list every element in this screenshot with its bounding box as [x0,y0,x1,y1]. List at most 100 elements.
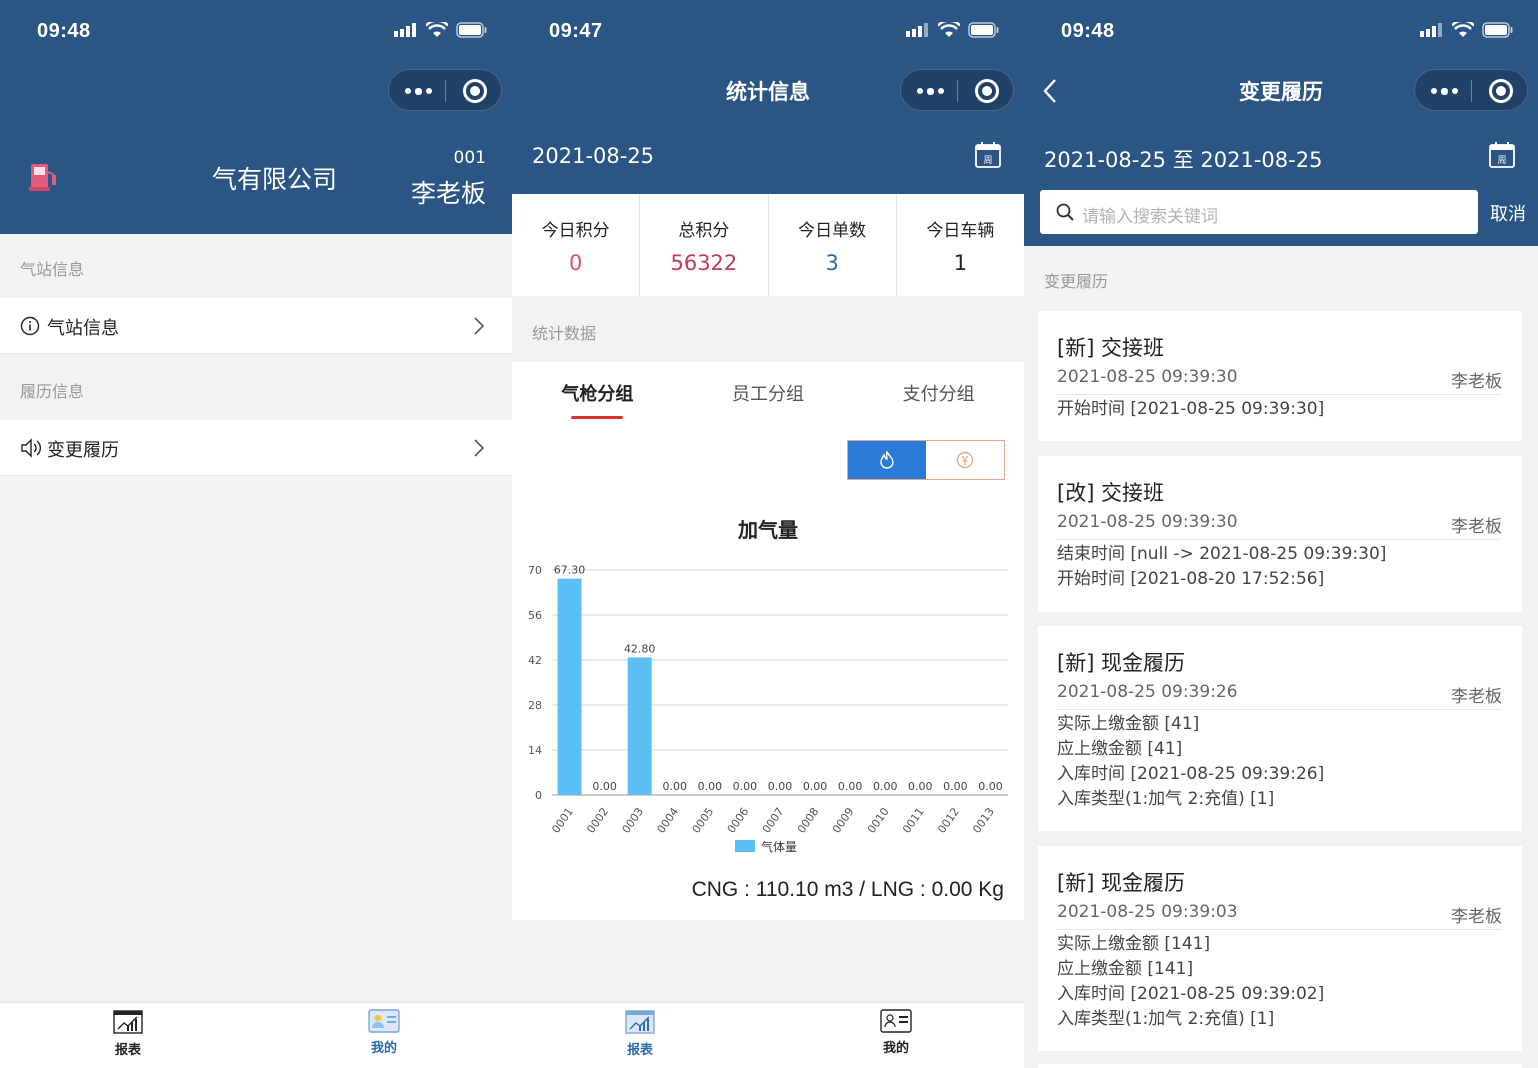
bar-value-label: 0.00 [908,780,933,793]
status-time: 09:47 [549,20,603,42]
gas-volume-toggle[interactable] [848,441,926,479]
record-user: 李老板 [1451,517,1502,537]
report-chart-icon [113,1010,143,1034]
menu-item-station-info[interactable]: 气站信息 [0,298,512,354]
bar [557,578,582,795]
x-tick-label: 0003 [619,805,646,835]
status-time: 09:48 [37,20,91,42]
yen-coin-icon [956,451,974,469]
close-target-icon[interactable] [975,79,999,103]
stat-value: 3 [825,251,839,275]
amount-toggle[interactable] [926,441,1004,479]
x-tick-label: 0001 [549,805,576,835]
more-icon[interactable] [1431,87,1458,95]
id-card-icon [368,1009,400,1033]
flame-icon [880,451,894,469]
stat-value: 1 [953,251,968,275]
menu-item-change-history[interactable]: 变更履历 [0,420,512,476]
bar-value-label: 0.00 [803,780,828,793]
tab-bar: 报表 我的 [0,1002,512,1068]
record-detail-line: 实际上缴金额 [141] [1057,934,1211,954]
record-time: 2021-08-25 09:39:30 [1057,512,1238,532]
bar-value-label: 0.00 [943,780,968,793]
tab-report[interactable]: 报表 [88,1009,168,1058]
battery-icon [1482,22,1513,38]
search-placeholder: 请输入搜索关键词 [1082,207,1218,227]
x-tick-label: 0011 [900,805,927,835]
menu-item-label: 变更履历 [47,440,119,461]
bar-value-label: 0.00 [768,780,793,793]
x-tick-label: 0006 [725,805,752,835]
history-record[interactable]: [改] 交接班 2021-08-25 09:39:30 李老板 结束时间 [nu… [1038,456,1522,612]
tab-mine[interactable]: 我的 [856,1009,936,1056]
history-record[interactable]: [新] 交接班 2021-08-25 09:39:30 李老板 开始时间 [20… [1038,311,1522,441]
bar-value-label: 0.00 [592,780,617,793]
record-detail-line: 开始时间 [2021-08-25 09:39:30] [1057,399,1325,419]
bar [627,657,652,795]
tab-staff-group[interactable]: 员工分组 [683,362,854,428]
cancel-button[interactable]: 取消 [1490,200,1526,226]
x-tick-label: 0013 [970,805,997,835]
close-target-icon[interactable] [1489,79,1513,103]
x-tick-label: 0012 [935,805,962,835]
section-label-station: 气站信息 [20,260,85,279]
history-record-partial [1038,1064,1522,1068]
chart-summary: CNG : 110.10 m3 / LNG : 0.00 Kg [691,878,1004,901]
record-detail-line: 应上缴金额 [141] [1057,959,1194,979]
group-tabs: 气枪分组 员工分组 支付分组 [512,362,1024,428]
x-tick-label: 0002 [584,805,611,835]
x-tick-label: 0009 [830,805,857,835]
wifi-icon [426,22,448,37]
calendar-week-icon[interactable]: 周 [974,141,1002,169]
stat-label: 今日单数 [798,221,867,241]
miniprogram-capsule [388,69,502,111]
calendar-label: 周 [983,155,992,166]
tab-mine[interactable]: 我的 [344,1009,424,1056]
id-card-icon [880,1009,912,1033]
signal-icon [394,23,416,37]
record-title: [新] 现金履历 [1057,871,1186,895]
tab-payment-group[interactable]: 支付分组 [853,362,1024,428]
y-tick-label: 42 [528,654,542,667]
more-icon[interactable] [405,87,432,95]
tab-bar: 报表 我的 [512,1002,1024,1068]
x-tick-label: 0010 [865,805,892,835]
search-input[interactable]: 请输入搜索关键词 [1040,190,1478,234]
date-range[interactable]: 2021-08-25 至 2021-08-25 [1044,144,1322,174]
user-code: 001 [453,148,486,168]
record-detail-line: 入库时间 [2021-08-25 09:39:26] [1057,764,1325,784]
chevron-right-icon [474,439,484,457]
speaker-icon [21,438,41,458]
record-detail-line: 结束时间 [null -> 2021-08-25 09:39:30] [1057,544,1387,564]
section-label-stats: 统计数据 [532,324,597,343]
more-icon[interactable] [917,87,944,95]
record-user: 李老板 [1451,907,1502,927]
bar-value-label: 0.00 [978,780,1003,793]
history-record[interactable]: [新] 现金履历 2021-08-25 09:39:26 李老板 实际上缴金额 … [1038,626,1522,831]
battery-icon [456,22,487,38]
bar-value-label: 0.00 [873,780,898,793]
tab-mine-label: 我的 [370,1041,397,1056]
calendar-label: 周 [1497,155,1506,166]
history-record[interactable]: [新] 现金履历 2021-08-25 09:39:03 李老板 实际上缴金额 … [1038,846,1522,1051]
record-time: 2021-08-25 09:39:30 [1057,367,1238,387]
stat-label: 今日积分 [541,221,610,241]
bar-value-label: 0.00 [838,780,863,793]
tab-report[interactable]: 报表 [600,1009,680,1058]
chart-title: 加气量 [738,518,798,542]
stat-total-points: 总积分 56322 [640,194,769,296]
section-label-history: 履历信息 [20,382,85,401]
close-target-icon[interactable] [463,79,487,103]
wifi-icon [938,22,960,37]
bar-value-label: 0.00 [663,780,688,793]
signal-icon [906,23,928,37]
selected-date[interactable]: 2021-08-25 [532,144,654,168]
tab-gun-group[interactable]: 气枪分组 [512,362,683,428]
stat-today-points: 今日积分 0 [512,194,641,296]
status-time: 09:48 [1061,20,1115,42]
calendar-week-icon[interactable]: 周 [1488,141,1516,169]
record-detail-line: 入库时间 [2021-08-25 09:39:02] [1057,984,1325,1004]
y-tick-label: 14 [528,744,542,757]
battery-icon [968,22,999,38]
gas-volume-chart: 01428425670 67.3000010.00000242.8000030.0… [528,564,1008,854]
